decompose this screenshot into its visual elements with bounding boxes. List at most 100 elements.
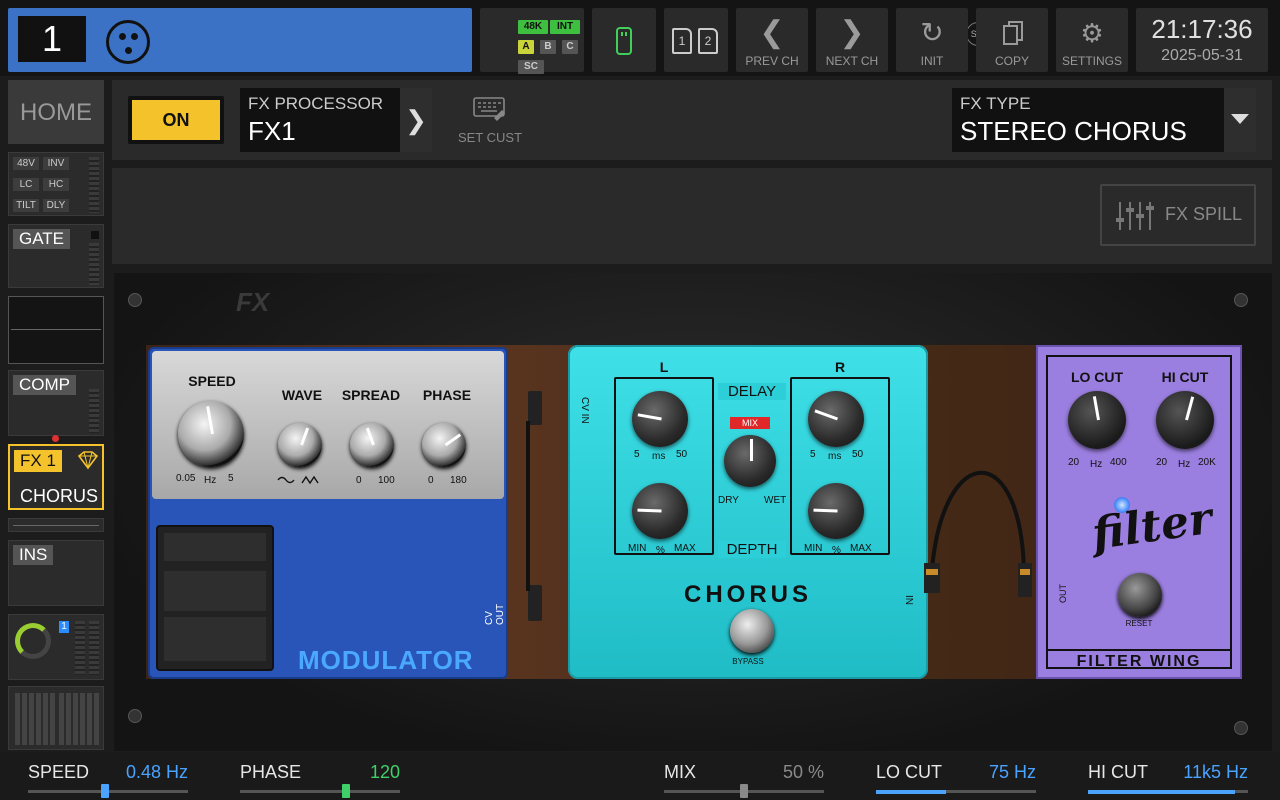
copy-button[interactable]: COPY bbox=[976, 8, 1048, 72]
depth-label: DEPTH bbox=[718, 541, 786, 558]
lo-cut-knob[interactable] bbox=[1068, 391, 1126, 449]
spread-knob[interactable] bbox=[350, 423, 394, 467]
sample-rate-badge: 48K bbox=[518, 20, 548, 34]
hi-cut-param-value: 11k5 Hz bbox=[1183, 762, 1248, 782]
mix-param[interactable]: MIX 50 % bbox=[664, 752, 824, 800]
comp-section-button[interactable]: COMP bbox=[8, 370, 104, 436]
bypass-label: BYPASS bbox=[732, 657, 764, 666]
fader-section-button[interactable] bbox=[8, 686, 104, 750]
left-delay-knob[interactable] bbox=[632, 391, 688, 447]
fx-slot-label: FX 1 bbox=[14, 450, 62, 472]
left-depth-knob[interactable] bbox=[632, 483, 688, 539]
fx-active-dot bbox=[52, 435, 59, 442]
insert-section-button[interactable]: INS bbox=[8, 540, 104, 606]
phase-param-name: PHASE bbox=[240, 762, 302, 782]
reset-label: RESET bbox=[1125, 619, 1153, 628]
right-depth-max: MAX bbox=[850, 543, 872, 554]
right-delay-knob[interactable] bbox=[808, 391, 864, 447]
lo-cut-param-value: 75 Hz bbox=[988, 762, 1036, 782]
gate-section-button[interactable]: GATE bbox=[8, 224, 104, 288]
hi-cut-knob[interactable] bbox=[1156, 391, 1214, 449]
speed-max: 5 bbox=[228, 473, 234, 484]
right-delay-unit: ms bbox=[828, 451, 842, 462]
speed-param[interactable]: SPEED 0.48 Hz bbox=[28, 752, 188, 800]
speed-knob-label: SPEED bbox=[188, 373, 236, 389]
fx-spill-label: FX SPILL bbox=[1164, 204, 1242, 224]
speed-knob[interactable] bbox=[178, 401, 244, 467]
usb-button[interactable] bbox=[592, 8, 656, 72]
wave-knob-label: WAVE bbox=[281, 387, 323, 403]
phase-param-value: 120 bbox=[369, 762, 400, 782]
sd-cards-button[interactable]: 1 2 bbox=[664, 8, 728, 72]
fx-on-button[interactable]: ON bbox=[128, 96, 224, 144]
reset-footswitch[interactable] bbox=[1118, 573, 1162, 617]
right-label: R bbox=[834, 359, 846, 375]
next-channel-button[interactable]: ❯ NEXT CH bbox=[816, 8, 888, 72]
right-depth-unit: % bbox=[832, 545, 841, 556]
keyboard-icon bbox=[473, 97, 505, 121]
phase-knob[interactable] bbox=[422, 423, 466, 467]
cv-cable-connector bbox=[528, 391, 542, 425]
phase-max: 180 bbox=[450, 475, 467, 486]
fx1-section-button[interactable]: FX 1 CHORUS bbox=[8, 444, 104, 510]
fader-meter-right bbox=[59, 693, 99, 745]
lo-cut-unit: Hz bbox=[1090, 459, 1103, 470]
prev-channel-button[interactable]: ❮ PREV CH bbox=[736, 8, 808, 72]
phase-param[interactable]: PHASE 120 bbox=[240, 752, 400, 800]
wave-knob[interactable] bbox=[278, 423, 322, 467]
usb-icon bbox=[616, 27, 632, 55]
sd-card-1-icon: 1 bbox=[672, 28, 692, 54]
mix-slider-handle[interactable] bbox=[740, 784, 748, 798]
chevron-right-icon: ❯ bbox=[400, 88, 432, 152]
left-delay-min: 5 bbox=[634, 449, 640, 460]
mix-dry: DRY bbox=[718, 495, 739, 506]
left-delay-max: 50 bbox=[676, 449, 688, 460]
invert-tag: INV bbox=[43, 157, 69, 170]
pedalboard: FX SPEED 0.05 Hz 5 WAVE SPREAD 0 100 PHA… bbox=[114, 273, 1272, 751]
low-cut-tag: LC bbox=[13, 178, 39, 191]
set-cust-button[interactable]: SET CUST bbox=[456, 92, 524, 148]
fx-spill-button[interactable]: FX SPILL bbox=[1100, 184, 1256, 246]
lo-cut-slider-fill bbox=[876, 790, 947, 794]
lo-cut-max: 400 bbox=[1110, 457, 1127, 468]
speed-param-name: SPEED bbox=[28, 762, 90, 782]
right-depth-knob[interactable] bbox=[808, 483, 864, 539]
screw-top-left bbox=[128, 293, 142, 307]
settings-button[interactable]: ⚙ SETTINGS bbox=[1056, 8, 1128, 72]
init-button[interactable]: ↻ INIT bbox=[896, 8, 968, 72]
gear-icon: ⚙ bbox=[1080, 18, 1104, 48]
mix-knob[interactable] bbox=[724, 435, 776, 487]
input-section-button[interactable]: 48V INV LC HC TILT DLY bbox=[8, 152, 104, 216]
parameter-bar: SPEED 0.48 Hz PHASE 120 MIX 50 % LO CUT … bbox=[0, 752, 1280, 800]
hi-cut-min: 20 bbox=[1156, 457, 1168, 468]
speed-slider-handle[interactable] bbox=[100, 784, 109, 798]
sync-status-panel[interactable]: SIP 48K INT A B C SC bbox=[480, 8, 990, 74]
next-channel-label: NEXT CH bbox=[825, 54, 879, 68]
eq-section-button[interactable] bbox=[8, 296, 104, 364]
eq-curve bbox=[11, 329, 101, 330]
channel-selector[interactable]: 1 bbox=[8, 8, 472, 72]
fx-processor-selector[interactable]: FX PROCESSOR FX1 ❯ bbox=[240, 88, 432, 152]
modulator-pedal: SPEED 0.05 Hz 5 WAVE SPREAD 0 100 PHASE … bbox=[148, 347, 508, 679]
dynamics-meter-button[interactable]: 1 bbox=[8, 614, 104, 680]
settings-label: SETTINGS bbox=[1061, 54, 1122, 68]
filter-out-label: OUT bbox=[1058, 584, 1068, 603]
chevron-left-icon: ❮ bbox=[759, 16, 785, 49]
comp-label: COMP bbox=[13, 375, 76, 395]
hi-cut-param[interactable]: HI CUT 11k5 Hz bbox=[1088, 752, 1248, 800]
chorus-name: CHORUS bbox=[683, 581, 812, 608]
filter-name: FILTER WING bbox=[1076, 653, 1202, 670]
gate-meter bbox=[89, 243, 99, 285]
phase-slider-handle[interactable] bbox=[341, 784, 350, 798]
sync-c-badge: C bbox=[562, 40, 578, 54]
fx-type-selector[interactable]: FX TYPE STEREO CHORUS bbox=[952, 88, 1256, 152]
gate-indicator bbox=[91, 231, 99, 239]
right-delay-min: 5 bbox=[810, 449, 816, 460]
home-button[interactable]: HOME bbox=[8, 80, 104, 144]
modulator-footswitch[interactable] bbox=[156, 525, 274, 671]
speed-min: 0.05 bbox=[176, 473, 196, 484]
mix-label: MIX bbox=[730, 417, 770, 429]
lo-cut-min: 20 bbox=[1068, 457, 1080, 468]
lo-cut-param[interactable]: LO CUT 75 Hz bbox=[876, 752, 1036, 800]
bypass-footswitch[interactable] bbox=[730, 609, 774, 653]
